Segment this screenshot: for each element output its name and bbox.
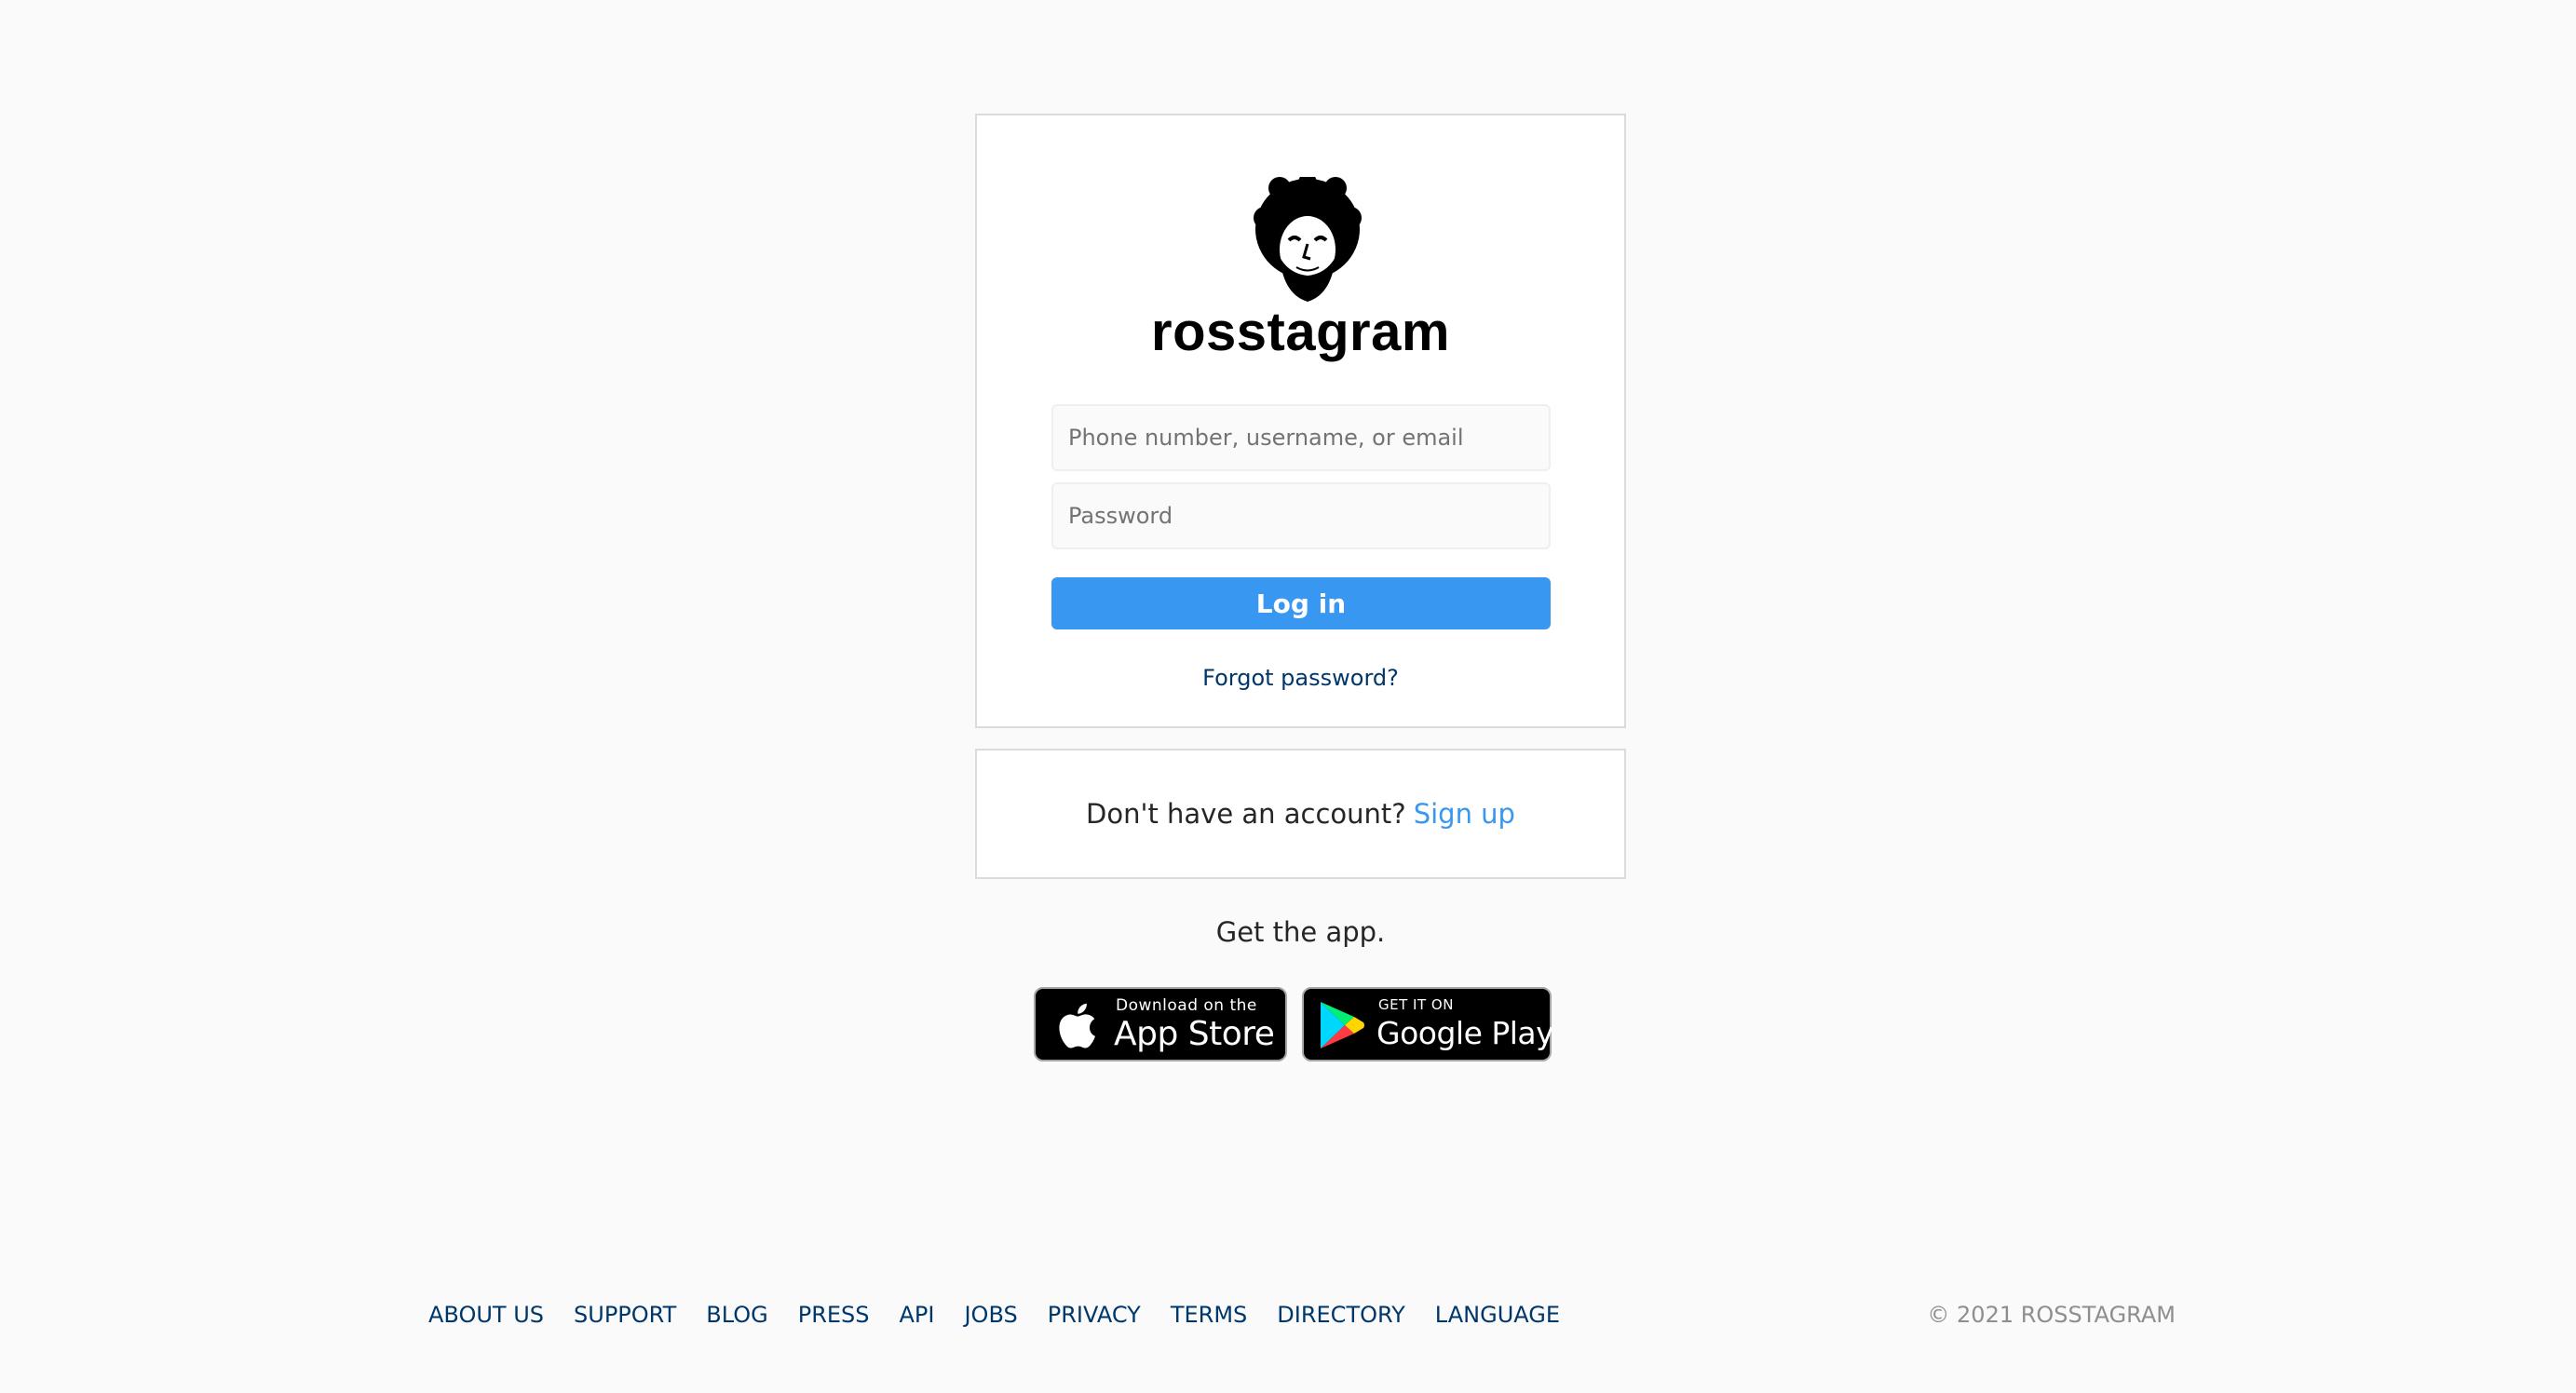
footer-link-language[interactable]: LANGUAGE (1435, 1302, 1560, 1328)
login-card: rosstagram Log in Forgot password? (975, 114, 1626, 728)
brand-name: rosstagram (1151, 302, 1450, 362)
apple-icon (1054, 1002, 1097, 1054)
footer-link-api[interactable]: API (900, 1302, 935, 1328)
app-store-big-text: App Store (1114, 1015, 1275, 1053)
footer-link-blog[interactable]: BLOG (706, 1302, 767, 1328)
footer-link-privacy[interactable]: PRIVACY (1048, 1302, 1141, 1328)
google-play-big-text: Google Play (1376, 1015, 1554, 1051)
password-input[interactable] (1053, 484, 1549, 548)
footer-link-terms[interactable]: TERMS (1171, 1302, 1247, 1328)
get-app-label: Get the app. (1215, 916, 1386, 948)
footer: ABOUT US SUPPORT BLOG PRESS API JOBS PRI… (428, 1298, 2176, 1332)
copyright: © 2021 ROSSTAGRAM (1927, 1302, 2176, 1328)
footer-link-directory[interactable]: DIRECTORY (1277, 1302, 1405, 1328)
app-store-badge[interactable]: Download on the App Store (1034, 987, 1287, 1062)
signup-link[interactable]: Sign up (1414, 798, 1515, 830)
google-play-icon (1319, 1000, 1365, 1054)
login-button[interactable]: Log in (1051, 577, 1551, 629)
footer-link-jobs[interactable]: JOBS (964, 1302, 1017, 1328)
signup-card: Don't have an account? Sign up (975, 749, 1626, 879)
bob-ross-portrait-icon (1252, 177, 1363, 304)
footer-link-press[interactable]: PRESS (798, 1302, 870, 1328)
app-store-small-text: Download on the (1116, 996, 1257, 1015)
google-play-badge[interactable]: GET IT ON Google Play (1302, 987, 1554, 1062)
forgot-password-link[interactable]: Forgot password? (977, 665, 1624, 691)
footer-link-about-us[interactable]: ABOUT US (428, 1302, 544, 1328)
signup-prompt: Don't have an account? (1086, 798, 1406, 830)
login-page: rosstagram Log in Forgot password? Don't… (0, 0, 2576, 1393)
footer-links: ABOUT US SUPPORT BLOG PRESS API JOBS PRI… (428, 1302, 1560, 1328)
footer-link-support[interactable]: SUPPORT (574, 1302, 676, 1328)
password-field-wrapper (1051, 482, 1551, 549)
username-input[interactable] (1053, 406, 1549, 469)
google-play-small-text: GET IT ON (1378, 996, 1454, 1013)
username-field-wrapper (1051, 404, 1551, 471)
